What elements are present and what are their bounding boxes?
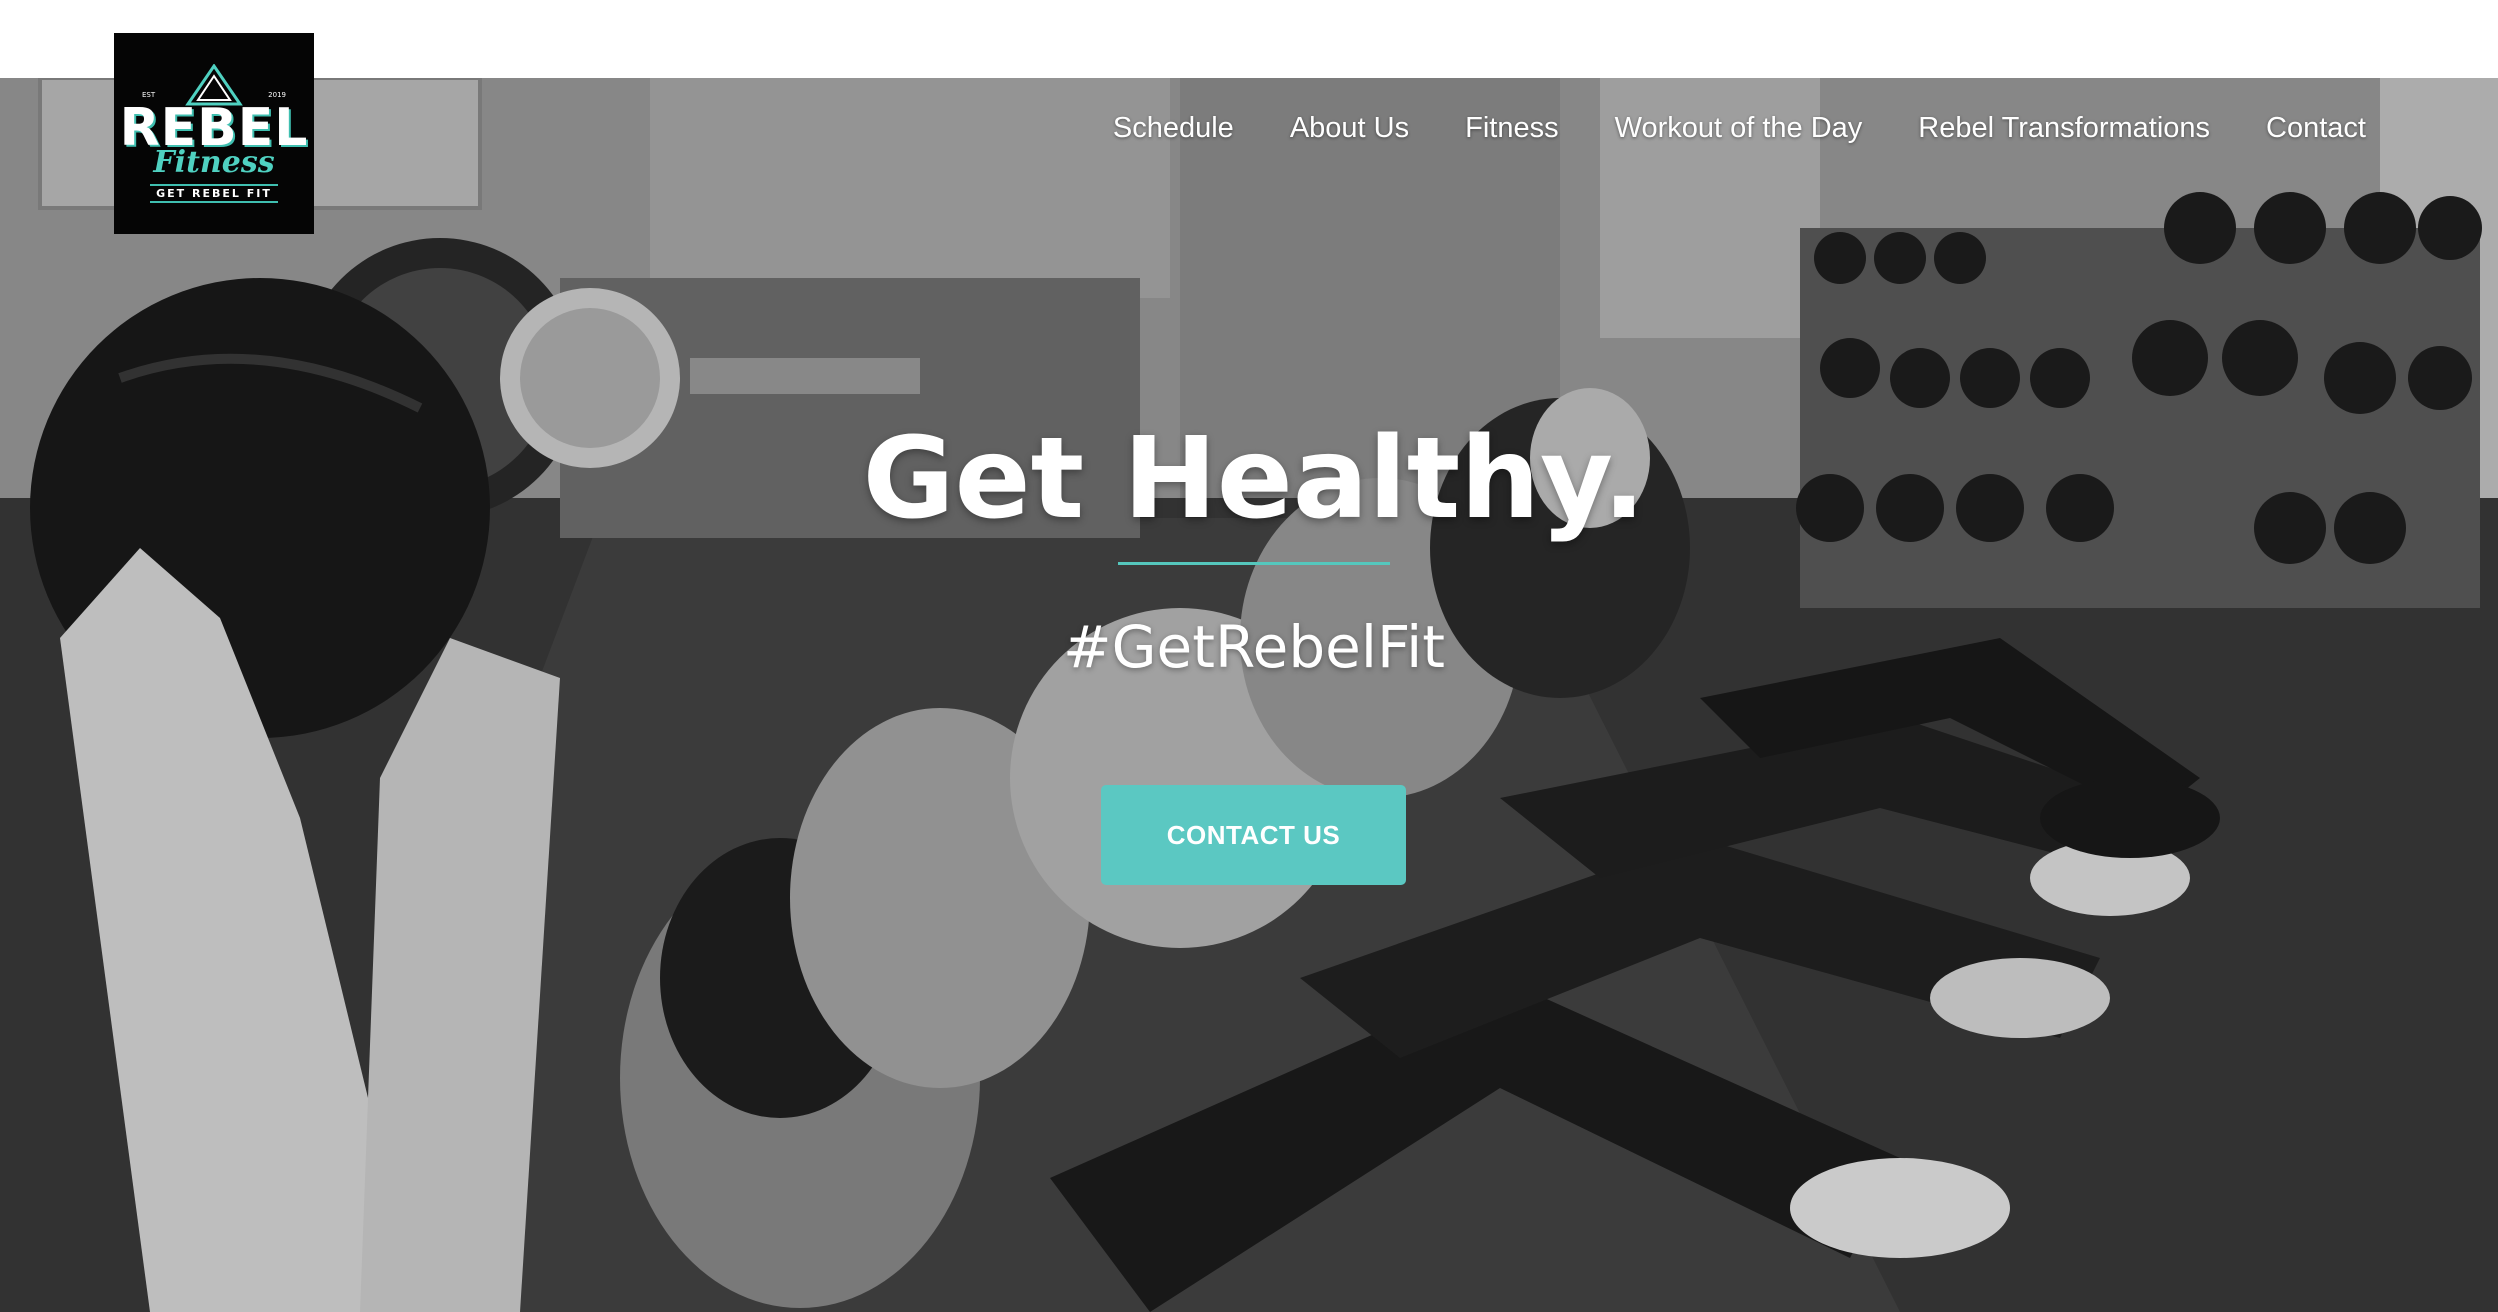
nav-item-fitness[interactable]: Fitness <box>1465 112 1558 145</box>
site-logo[interactable]: EST 2019 REBEL Fitness GET REBEL FIT <box>114 33 314 234</box>
main-nav: Schedule About Us Fitness Workout of the… <box>1113 112 2366 145</box>
logo-est: EST <box>142 91 156 99</box>
contact-us-button[interactable]: CONTACT US <box>1101 785 1406 885</box>
header-strip <box>0 0 2498 78</box>
hero-section <box>0 78 2498 1312</box>
logo-est-label: EST 2019 <box>114 91 314 99</box>
nav-item-workout-of-the-day[interactable]: Workout of the Day <box>1615 112 1863 145</box>
hero-overlay <box>0 78 2498 1312</box>
hero-divider <box>1118 562 1390 565</box>
logo-tagline: GET REBEL FIT <box>150 184 278 203</box>
logo-script: Fitness <box>153 145 275 180</box>
nav-item-about-us[interactable]: About Us <box>1290 112 1409 145</box>
page: EST 2019 REBEL Fitness GET REBEL FIT Sch… <box>0 0 2498 1312</box>
nav-item-rebel-transformations[interactable]: Rebel Transformations <box>1918 112 2210 145</box>
hero-hashtag: #GetRebelFit <box>1063 613 1445 681</box>
nav-item-schedule[interactable]: Schedule <box>1113 112 1234 145</box>
hero-headline: Get Healthy. <box>862 414 1646 544</box>
nav-item-contact[interactable]: Contact <box>2266 112 2366 145</box>
logo-year: 2019 <box>268 91 286 99</box>
